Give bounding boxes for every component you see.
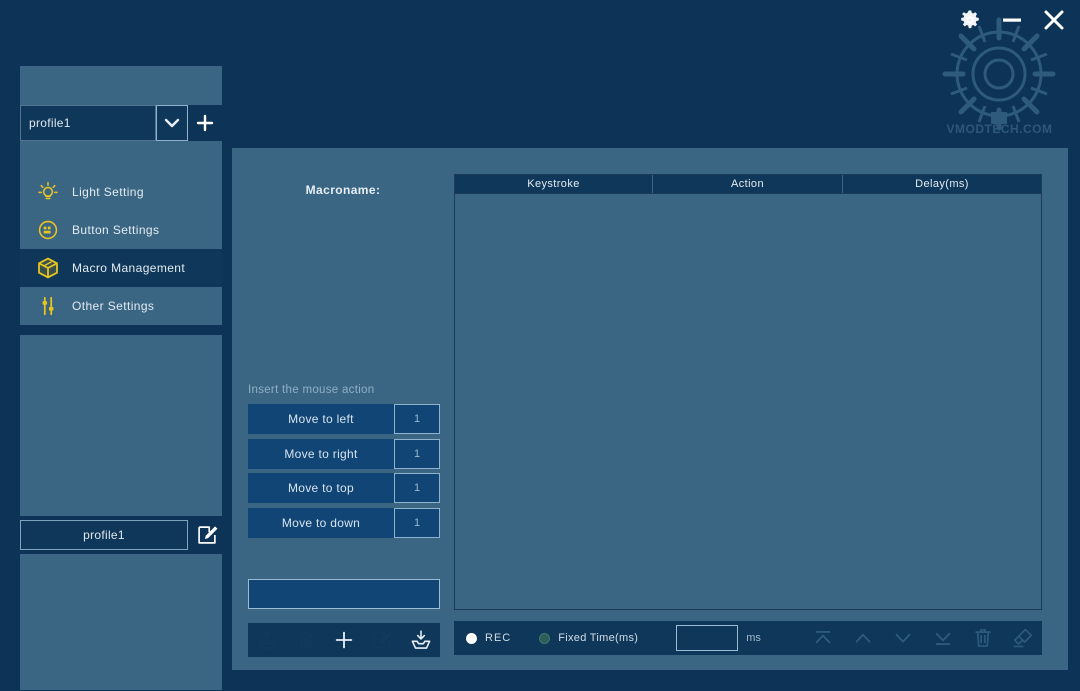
mouse-action-row: Move to top 1 [248,473,440,503]
export-macro-icon[interactable] [255,628,279,652]
profile-selector-row: profile1 [20,105,222,141]
sidebar-item-light-setting[interactable]: Light Setting [20,173,222,211]
recording-toolbar: REC Fixed Time(ms) ms [454,621,1042,655]
move-to-left-value[interactable]: 1 [394,404,440,434]
profile-select-input[interactable]: profile1 [20,105,156,141]
sidebar-top-spacer [20,66,222,105]
application-window: VMODTECH.COM profile1 Light Setting Butt… [0,0,1080,691]
table-header-row: Keystroke Action Delay(ms) [455,175,1041,194]
column-header-action: Action [653,175,843,193]
macroname-label: Macroname: [305,183,381,197]
sidebar-item-label: Light Setting [72,185,144,199]
sidebar: profile1 Light Setting Button Settings M… [20,66,222,691]
ms-unit-label: ms [746,632,761,644]
mouse-action-row: Move to right 1 [248,439,440,469]
column-header-delay: Delay(ms) [915,178,969,190]
close-icon[interactable] [1042,8,1066,32]
mouse-action-row: Move to left 1 [248,404,440,434]
profile-name-row: profile1 [20,516,222,554]
delete-row-icon[interactable] [972,627,994,649]
sidebar-item-button-settings[interactable]: Button Settings [20,211,222,249]
macro-steps-table: Keystroke Action Delay(ms) [454,174,1042,610]
watermark-text: VMODTECH.COM [946,122,1053,136]
fixed-time-label: Fixed Time(ms) [558,632,639,644]
sidebar-item-label: Other Settings [72,299,155,313]
button-grid-icon [34,216,62,244]
sidebar-spacer-below-nav [20,335,222,371]
settings-gear-icon[interactable] [958,8,982,32]
mouse-action-row: Move to down 1 [248,508,440,538]
insert-mouse-action-label: Insert the mouse action [248,384,375,396]
minimize-icon[interactable] [1000,8,1024,32]
add-macro-icon[interactable] [332,628,356,652]
import-macro-icon[interactable] [409,628,433,652]
profile-list-panel[interactable] [20,554,222,690]
sliders-icon [34,292,62,320]
move-to-top-icon[interactable] [812,627,834,649]
edit-icon[interactable] [192,520,222,550]
rec-radio-icon[interactable] [466,632,477,644]
move-to-right-value[interactable]: 1 [394,439,440,469]
window-controls [958,8,1066,32]
clear-all-icon[interactable] [1012,627,1034,649]
main-panel: Macroname: Insert the mouse action Move … [232,148,1068,670]
delete-macro-icon[interactable] [294,628,318,652]
rec-label: REC [485,632,512,644]
sidebar-item-label: Button Settings [72,223,160,237]
profile-name-button[interactable]: profile1 [20,520,188,550]
lightbulb-icon [34,178,62,206]
column-header-keystroke: Keystroke [455,175,653,193]
move-to-down-value[interactable]: 1 [394,508,440,538]
macro-left-column: Macroname: Insert the mouse action Move … [244,148,442,670]
move-up-icon[interactable] [852,627,874,649]
fixed-time-radio-icon[interactable] [539,632,551,644]
move-to-left-button[interactable]: Move to left [248,404,394,434]
fixed-time-input[interactable] [676,625,739,651]
edit-macro-icon[interactable] [370,628,394,652]
table-body[interactable] [455,194,1041,609]
move-to-top-value[interactable]: 1 [394,473,440,503]
move-to-bottom-icon[interactable] [932,627,954,649]
move-to-top-button[interactable]: Move to top [248,473,394,503]
row-action-icons [812,627,1034,649]
plus-icon[interactable] [188,105,222,141]
sidebar-item-label: Macro Management [72,261,186,275]
move-to-right-button[interactable]: Move to right [248,439,394,469]
macro-toolbar [248,623,440,657]
move-down-icon[interactable] [892,627,914,649]
macro-name-input[interactable] [248,579,440,609]
cube-icon [34,254,62,282]
sidebar-item-macro-management[interactable]: Macro Management [20,249,222,287]
sidebar-item-other-settings[interactable]: Other Settings [20,287,222,325]
chevron-down-icon[interactable] [156,105,188,141]
sidebar-spacer-lower [20,371,222,516]
move-to-down-button[interactable]: Move to down [248,508,394,538]
